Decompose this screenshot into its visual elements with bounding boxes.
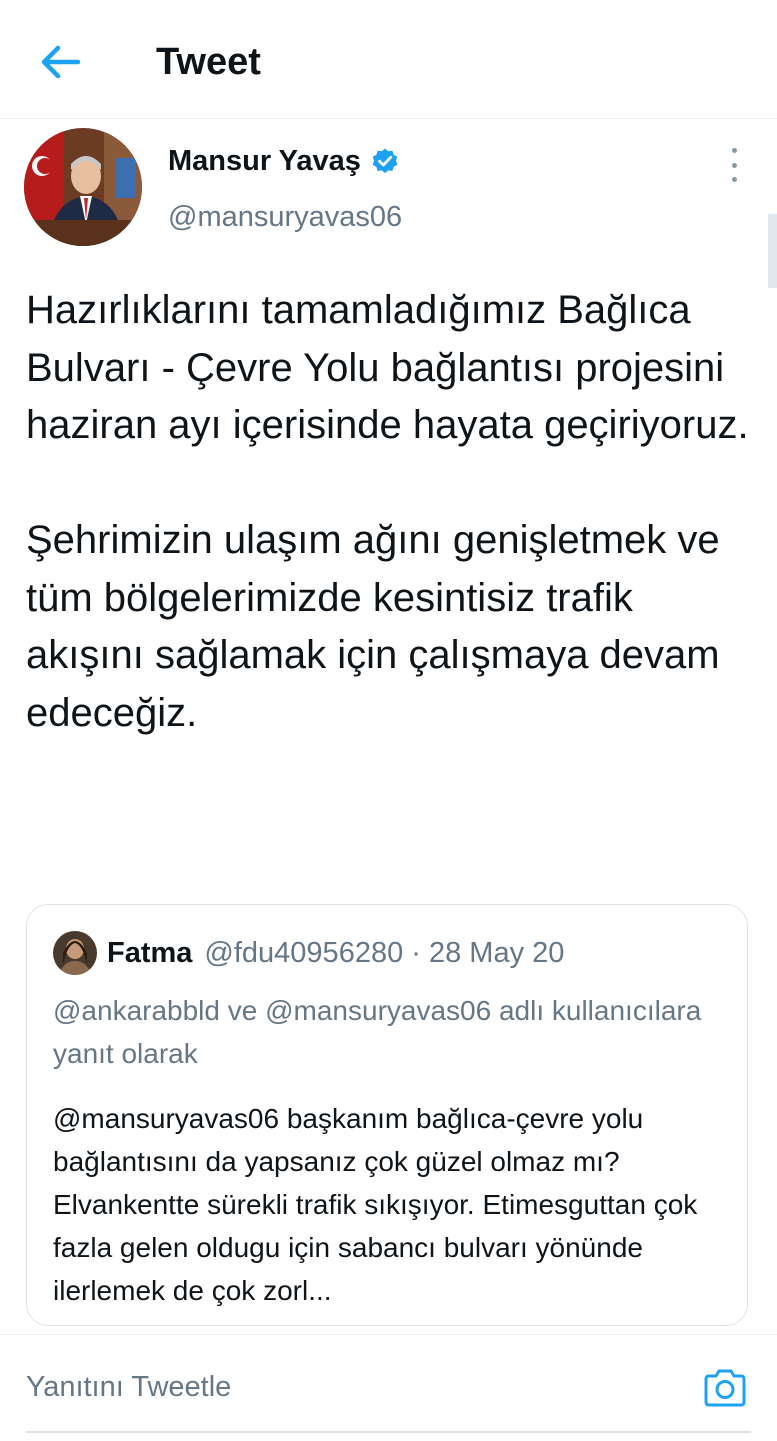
back-button[interactable] — [36, 38, 84, 86]
quoted-tweet-text: @mansuryavas06 başkanım bağlıca-çevre yo… — [53, 1103, 698, 1306]
quoted-handle-date: @fdu40956280 · 28 May 20 — [204, 936, 565, 969]
more-options-icon[interactable] — [718, 148, 750, 182]
author-handle[interactable]: @mansuryavas06 — [168, 198, 402, 236]
quoted-author-name: Fatma — [107, 936, 193, 969]
quoted-author-avatar — [53, 931, 97, 975]
camera-button[interactable] — [700, 1363, 750, 1413]
reply-input-underline — [26, 1431, 751, 1433]
scrollbar[interactable] — [768, 214, 777, 288]
author-name-row[interactable]: Mansur Yavaş — [168, 142, 399, 180]
reply-context: @ankarabbld ve @mansuryavas06 adlı kulla… — [53, 995, 702, 1069]
tweet-paragraph: Hazırlıklarını tamamladığımız Bağlıca Bu… — [26, 288, 749, 447]
verified-badge-icon — [372, 148, 398, 174]
tweet-paragraph: Şehrimizin ulaşım ağını genişletmek ve t… — [26, 518, 720, 735]
quoted-tweet[interactable]: Fatma @fdu40956280 · 28 May 20 @ankarabb… — [26, 904, 748, 1326]
quoted-tweet-header: Fatma @fdu40956280 · 28 May 20 — [53, 931, 564, 975]
tweet-text: Hazırlıklarını tamamladığımız Bağlıca Bu… — [26, 282, 756, 742]
reply-bar: Yanıtını Tweetle — [0, 1334, 777, 1441]
arrow-left-icon — [41, 45, 80, 79]
top-bar: Tweet — [0, 0, 777, 119]
author-name[interactable]: Mansur Yavaş — [168, 142, 361, 180]
author-avatar[interactable] — [24, 128, 142, 246]
camera-icon — [704, 1369, 746, 1407]
reply-input[interactable]: Yanıtını Tweetle — [26, 1367, 231, 1407]
page-title: Tweet — [156, 41, 261, 83]
